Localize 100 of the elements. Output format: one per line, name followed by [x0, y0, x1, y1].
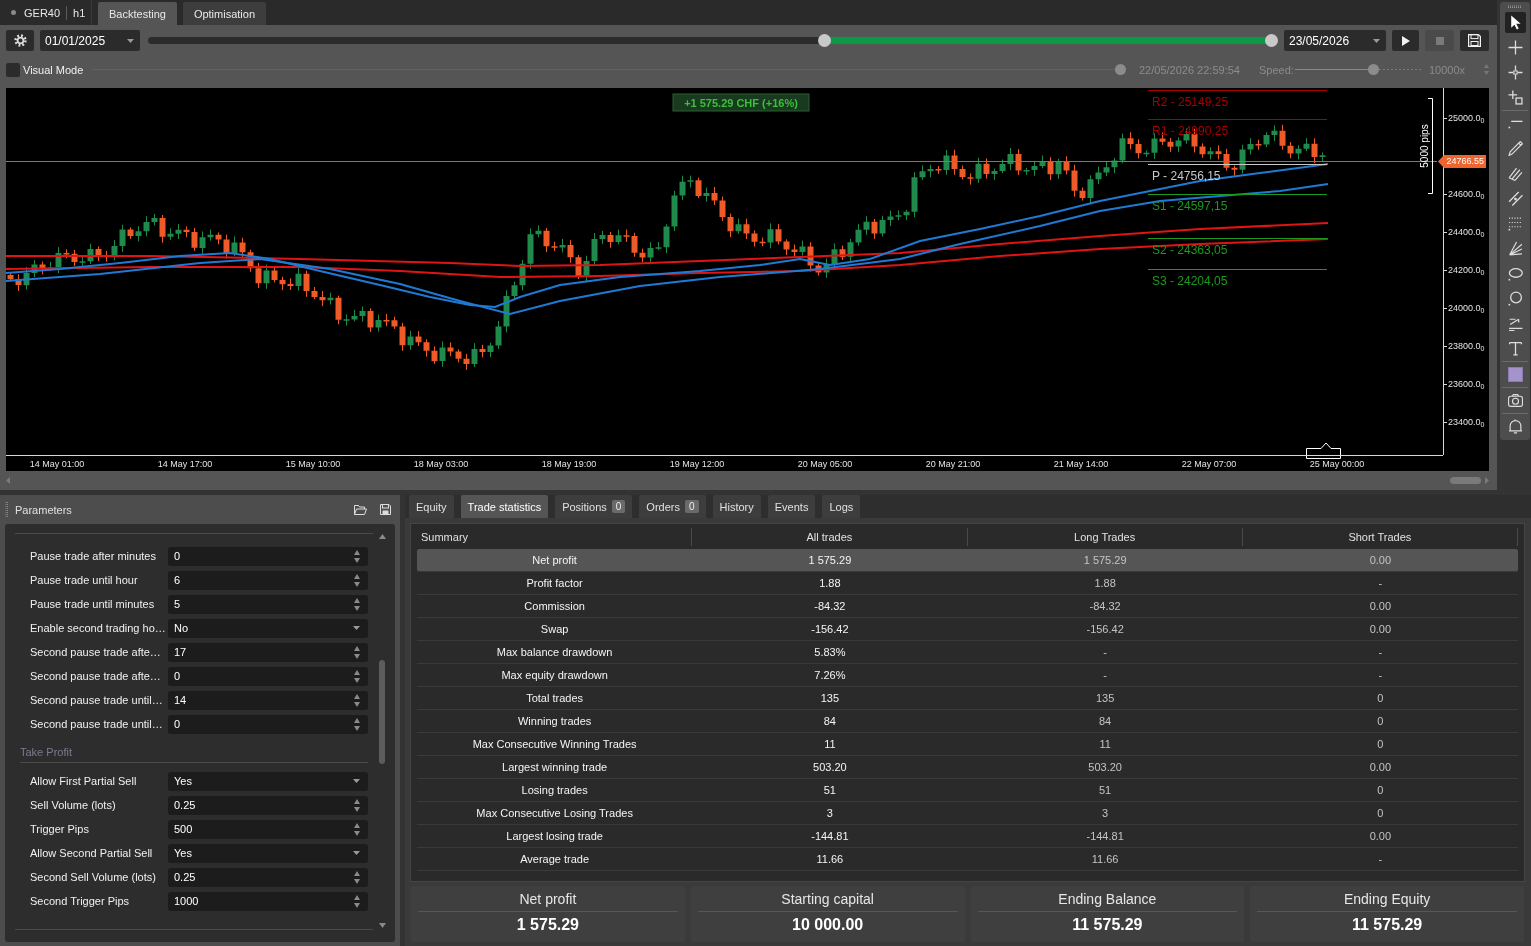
number-field[interactable]: 0 — [168, 714, 368, 734]
table-cell: 1.88 — [819, 577, 841, 589]
tab[interactable]: Equity — [409, 495, 454, 518]
table-row[interactable]: Largest winning trade 503.20 503.20 0.00 — [417, 756, 1518, 779]
play-icon — [1401, 35, 1410, 46]
number-field[interactable]: 6 — [168, 570, 368, 590]
stop-icon — [1435, 36, 1444, 45]
table-row[interactable]: Total trades 135 135 0 — [417, 687, 1518, 710]
tab[interactable]: Events — [767, 495, 816, 518]
table-cell: Largest winning trade — [502, 761, 608, 773]
number-field[interactable]: 0.25 — [168, 795, 368, 815]
table-row[interactable]: Max Consecutive Losing Trades 3 3 0 — [417, 802, 1518, 825]
table-row[interactable]: Swap -156.42 -156.42 0.00 — [417, 618, 1518, 641]
summary-label: Starting capital — [781, 891, 874, 908]
tab[interactable]: Backtesting — [98, 2, 177, 25]
number-field[interactable]: 14 — [168, 690, 368, 710]
camera-icon — [1507, 393, 1523, 408]
grip-icon[interactable] — [1508, 5, 1522, 8]
dropdown-field[interactable]: Yes — [168, 771, 368, 791]
tab[interactable]: Trade statistics — [460, 495, 549, 518]
table-cell: 0 — [1377, 738, 1384, 750]
stepper-icon — [354, 669, 360, 683]
drag-handle[interactable] — [1306, 442, 1341, 459]
number-field[interactable]: 17 — [168, 642, 368, 662]
table-row[interactable]: Commission -84.32 -84.32 0.00 — [417, 595, 1518, 618]
summary-label: Ending Balance — [1058, 891, 1157, 908]
time-axis-label: 14 May 01:00 — [29, 459, 85, 470]
table-cell: 503.20 — [1088, 761, 1122, 773]
table-cell: -84.32 — [814, 600, 846, 612]
number-field[interactable]: 0 — [168, 546, 368, 566]
settings-button[interactable] — [6, 30, 34, 51]
date-dropdown[interactable]: 01/01/2025 — [40, 30, 140, 51]
save-button[interactable] — [1460, 30, 1489, 51]
number-field[interactable]: 5 — [168, 594, 368, 614]
parallel-lines-icon — [1507, 191, 1523, 206]
bell-icon — [1507, 419, 1523, 434]
number-field[interactable]: 0.25 — [168, 867, 368, 887]
stepper-icon — [354, 573, 360, 587]
summary-label: Ending Equity — [1343, 891, 1431, 908]
grip-icon[interactable] — [5, 501, 8, 518]
table-row[interactable]: Max equity drawdown 7.26% - - — [417, 664, 1518, 687]
date-dropdown[interactable]: 23/05/2026 — [1284, 30, 1386, 51]
tab[interactable]: History — [712, 495, 761, 518]
time-axis-label: 21 May 14:00 — [1053, 459, 1109, 470]
table-row[interactable]: Max balance drawdown 5.83% - - — [417, 641, 1518, 664]
slider-thumb[interactable] — [818, 34, 832, 47]
scroll-up-icon[interactable] — [378, 534, 386, 539]
date-range-slider[interactable] — [148, 37, 1278, 44]
number-field[interactable]: 500 — [168, 819, 368, 839]
hatched-shape-icon — [1507, 166, 1523, 181]
table-row[interactable]: Largest losing trade -144.81 -144.81 0.00 — [417, 825, 1518, 848]
table-cell: 3 — [826, 807, 833, 819]
folder-icon[interactable] — [354, 504, 367, 515]
caret-icon — [1373, 38, 1380, 43]
play-button[interactable] — [1392, 30, 1419, 51]
tab[interactable]: Orders 0 — [639, 495, 706, 518]
tab[interactable]: Logs — [822, 495, 861, 518]
dotted-grid-icon — [1507, 216, 1523, 231]
slider-thumb[interactable] — [1265, 34, 1278, 47]
text-tool-icon — [1507, 341, 1523, 356]
table-cell: Total trades — [526, 692, 584, 704]
table-row[interactable]: Max Consecutive Winning Trades 11 11 0 — [417, 733, 1518, 756]
table-cell: 135 — [1095, 692, 1115, 704]
table-cell: -144.81 — [1086, 830, 1124, 842]
scrollbar-thumb[interactable] — [379, 660, 385, 764]
table-cell: 11 — [824, 738, 836, 750]
pivot-label: P - 24756,15 — [1152, 168, 1221, 183]
number-field[interactable]: 1000 — [168, 891, 368, 911]
table-cell: 11.66 — [1091, 853, 1119, 865]
table-row[interactable]: Net profit 1 575.29 1 575.29 0.00 — [417, 549, 1518, 572]
price-axis-label: 24600.0$_{0}$ — [1448, 188, 1485, 200]
tab[interactable]: Optimisation — [182, 2, 266, 25]
table-row[interactable]: Profit factor 1.88 1.88 - — [417, 572, 1518, 595]
table-cell: Commission — [524, 600, 585, 612]
dropdown-field[interactable]: Yes — [168, 843, 368, 863]
number-field[interactable]: 0 — [168, 666, 368, 686]
parameter-label: Second pause trade until… — [30, 694, 164, 706]
crosshair-square-icon — [1507, 65, 1523, 80]
trend-arrow-icon — [1507, 316, 1523, 331]
tab[interactable]: Positions 0 — [555, 495, 633, 518]
parameter-label: Enable second trading ho… — [30, 622, 167, 634]
stepper-icon — [354, 645, 360, 659]
table-row[interactable]: Losing trades 51 51 0 — [417, 779, 1518, 802]
table-row[interactable]: Average trade 11.66 11.66 - — [417, 848, 1518, 871]
dropdown-field[interactable]: No — [168, 618, 368, 638]
table-cell: 0 — [1377, 807, 1384, 819]
table-cell: 84 — [1099, 715, 1112, 727]
time-axis-label: 14 May 17:00 — [157, 459, 213, 470]
price-axis-label: 23400.0$_{0}$ — [1448, 416, 1485, 428]
caret-icon — [127, 38, 134, 43]
scroll-down-icon[interactable] — [378, 923, 386, 928]
visual-mode-label: Visual Mode — [23, 63, 85, 76]
save-icon[interactable] — [380, 504, 391, 515]
tool-button[interactable] — [1504, 12, 1526, 33]
ellipse-icon — [1507, 266, 1523, 281]
scrollbar-thumb[interactable] — [1450, 477, 1481, 484]
table-row[interactable]: Winning trades 84 84 0 — [417, 710, 1518, 733]
visual-mode-checkbox[interactable] — [6, 62, 20, 77]
crosshair-box-icon — [1507, 90, 1523, 105]
current-price-badge: 24766.55 — [1438, 155, 1486, 168]
